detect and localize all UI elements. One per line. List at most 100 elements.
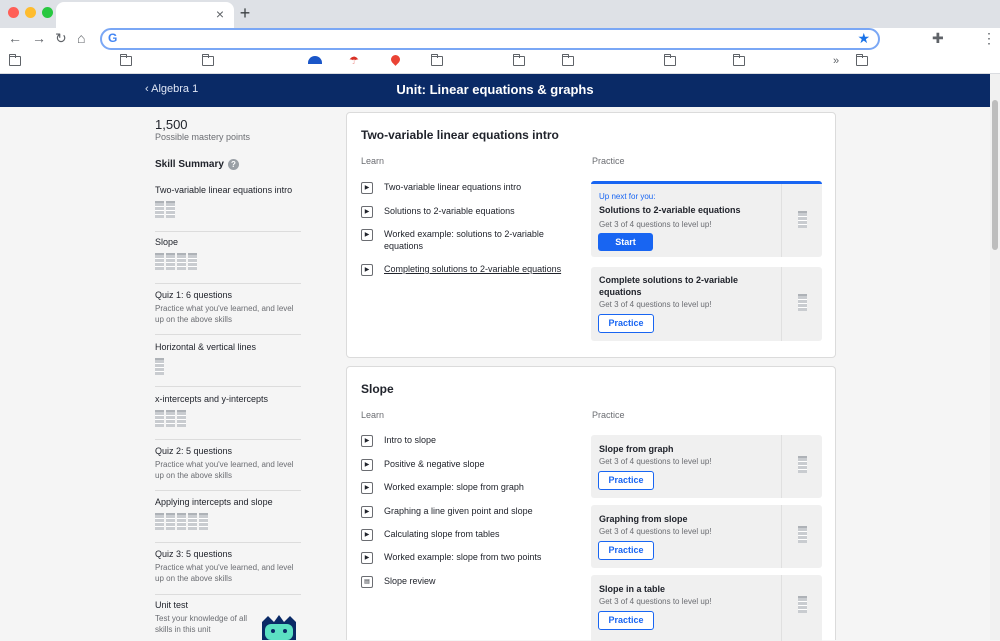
practice-card[interactable]: Complete solutions to 2-variable equatio… bbox=[591, 267, 822, 341]
scrollbar[interactable] bbox=[990, 74, 1000, 640]
practice-card[interactable]: Slope from graph Get 3 of 4 questions to… bbox=[591, 435, 822, 498]
practice-name: Graphing from slope bbox=[599, 514, 688, 524]
browser-tab[interactable]: × bbox=[56, 2, 234, 28]
umbrella-icon[interactable]: ☂ bbox=[349, 54, 359, 67]
bookmarks-overflow-icon[interactable]: » bbox=[833, 55, 839, 67]
video-play-icon: ▶ bbox=[361, 459, 373, 471]
practice-mastery bbox=[781, 184, 822, 257]
forward-icon[interactable]: → bbox=[32, 30, 46, 46]
learn-item[interactable]: ▶ Worked example: slope from two points bbox=[361, 551, 569, 564]
close-tab-icon[interactable]: × bbox=[216, 6, 224, 22]
sidebar-item-quiz-1[interactable]: Quiz 1: 6 questions Practice what you've… bbox=[155, 290, 301, 335]
mastery-points-value: 1,500 bbox=[155, 117, 188, 132]
menu-icon[interactable]: ⋮ bbox=[982, 30, 996, 47]
learn-item-label: Calculating slope from tables bbox=[384, 529, 500, 539]
learn-item[interactable]: ▶ Graphing a line given point and slope bbox=[361, 505, 569, 518]
video-play-icon: ▶ bbox=[361, 435, 373, 447]
extensions-icon[interactable]: ✚ bbox=[932, 30, 944, 47]
mastery-tiles bbox=[155, 253, 301, 270]
scrollbar-thumb[interactable] bbox=[992, 100, 998, 250]
bookmark-folder-icon[interactable] bbox=[856, 54, 868, 66]
google-icon: G bbox=[108, 31, 118, 45]
learn-item[interactable]: ▶ Intro to slope bbox=[361, 434, 569, 447]
unit-header: ‹ Algebra 1 Unit: Linear equations & gra… bbox=[0, 74, 1000, 107]
learn-item[interactable]: ▶ Completing solutions to 2-variable equa… bbox=[361, 263, 584, 276]
reload-icon[interactable]: ↻ bbox=[55, 30, 67, 47]
learn-item-label: Completing solutions to 2-variable equat… bbox=[384, 264, 562, 274]
mascot-icon bbox=[262, 615, 296, 640]
sidebar-item-label: Quiz 2: 5 questions bbox=[155, 446, 233, 456]
mastery-tiles bbox=[155, 358, 301, 375]
bookmark-folder-icon[interactable] bbox=[431, 54, 443, 66]
map-pin-icon[interactable] bbox=[389, 53, 402, 66]
sidebar-item-horizontal-vertical[interactable]: Horizontal & vertical lines bbox=[155, 342, 301, 387]
practice-card[interactable]: Slope in a table Get 3 of 4 questions to… bbox=[591, 575, 822, 641]
bookmark-folder-icon[interactable] bbox=[513, 54, 525, 66]
mastery-tile bbox=[155, 201, 164, 218]
learn-item[interactable]: ▶ Worked example: slope from graph bbox=[361, 481, 569, 494]
practice-name: Solutions to 2-variable equations bbox=[599, 205, 741, 215]
mastery-tile bbox=[166, 410, 175, 427]
close-window-button[interactable] bbox=[8, 7, 19, 18]
sidebar-item-intercepts[interactable]: x-intercepts and y-intercepts bbox=[155, 394, 301, 440]
practice-card[interactable]: Graphing from slope Get 3 of 4 questions… bbox=[591, 505, 822, 568]
mastery-tile bbox=[166, 253, 175, 270]
bookmark-favicon-icon[interactable] bbox=[308, 56, 322, 64]
practice-subtitle: Get 3 of 4 questions to level up! bbox=[599, 300, 712, 309]
sidebar-item-label: Quiz 1: 6 questions bbox=[155, 290, 233, 300]
maximize-window-button[interactable] bbox=[42, 7, 53, 18]
skill-summary-title: Skill Summary? bbox=[155, 159, 239, 170]
bookmark-folder-icon[interactable] bbox=[9, 54, 21, 66]
practice-button[interactable]: Practice bbox=[598, 471, 654, 490]
learn-item[interactable]: ▤ Slope review bbox=[361, 575, 569, 588]
sidebar-item-label: Unit test bbox=[155, 600, 189, 610]
window-controls bbox=[8, 7, 53, 18]
help-icon[interactable]: ? bbox=[227, 159, 239, 170]
practice-name: Slope in a table bbox=[599, 584, 666, 594]
sidebar-item-applying-intercepts[interactable]: Applying intercepts and slope bbox=[155, 497, 301, 543]
card-title: Slope bbox=[361, 382, 394, 396]
bookmark-folder-icon[interactable] bbox=[733, 54, 745, 66]
sidebar-item-two-variable[interactable]: Two-variable linear equations intro bbox=[155, 185, 301, 232]
article-icon: ▤ bbox=[361, 576, 373, 588]
address-bar[interactable]: G ★ bbox=[100, 28, 880, 50]
mastery-tile bbox=[798, 526, 807, 543]
back-icon[interactable]: ← bbox=[8, 30, 22, 46]
video-play-icon: ▶ bbox=[361, 529, 373, 541]
sidebar-item-label: Quiz 3: 5 questions bbox=[155, 549, 233, 559]
bookmark-star-icon[interactable]: ★ bbox=[857, 30, 870, 47]
mastery-tile bbox=[177, 410, 186, 427]
mastery-tile bbox=[177, 253, 186, 270]
start-button[interactable]: Start bbox=[598, 233, 653, 251]
practice-button[interactable]: Practice bbox=[598, 611, 654, 630]
home-icon[interactable]: ⌂ bbox=[77, 30, 85, 46]
sidebar-item-slope[interactable]: Slope bbox=[155, 237, 301, 284]
new-tab-button[interactable]: + bbox=[236, 3, 254, 24]
learn-item[interactable]: ▶ Solutions to 2-variable equations bbox=[361, 205, 569, 218]
minimize-window-button[interactable] bbox=[25, 7, 36, 18]
bookmark-folder-icon[interactable] bbox=[562, 54, 574, 66]
bookmark-folder-icon[interactable] bbox=[664, 54, 676, 66]
sidebar-item-quiz-3[interactable]: Quiz 3: 5 questions Practice what you've… bbox=[155, 549, 301, 595]
mastery-tile bbox=[166, 201, 175, 218]
learn-label: Learn bbox=[361, 410, 385, 420]
learn-item[interactable]: ▶ Calculating slope from tables bbox=[361, 528, 569, 541]
sidebar-item-unit-test[interactable]: Unit test Test your knowledge of all ski… bbox=[155, 600, 255, 640]
bookmark-folder-icon[interactable] bbox=[202, 54, 214, 66]
sidebar-item-quiz-2[interactable]: Quiz 2: 5 questions Practice what you've… bbox=[155, 446, 301, 491]
learn-item[interactable]: ▶ Positive & negative slope bbox=[361, 458, 569, 471]
learn-item[interactable]: ▶ Worked example: solutions to 2-variable… bbox=[361, 228, 569, 252]
mastery-tile bbox=[199, 513, 208, 530]
learn-item-label: Intro to slope bbox=[384, 435, 437, 445]
practice-button[interactable]: Practice bbox=[598, 314, 654, 333]
practice-button[interactable]: Practice bbox=[598, 541, 654, 560]
video-play-icon: ▶ bbox=[361, 206, 373, 218]
bookmark-folder-icon[interactable] bbox=[120, 54, 132, 66]
mastery-tiles bbox=[155, 513, 301, 530]
practice-mastery bbox=[781, 267, 822, 341]
mastery-tiles bbox=[155, 201, 301, 218]
practice-card-up-next[interactable]: Up next for you: Solutions to 2-variable… bbox=[591, 181, 822, 257]
practice-mastery bbox=[781, 435, 822, 498]
learn-item[interactable]: ▶ Two-variable linear equations intro bbox=[361, 181, 569, 194]
mastery-tile bbox=[155, 410, 164, 427]
